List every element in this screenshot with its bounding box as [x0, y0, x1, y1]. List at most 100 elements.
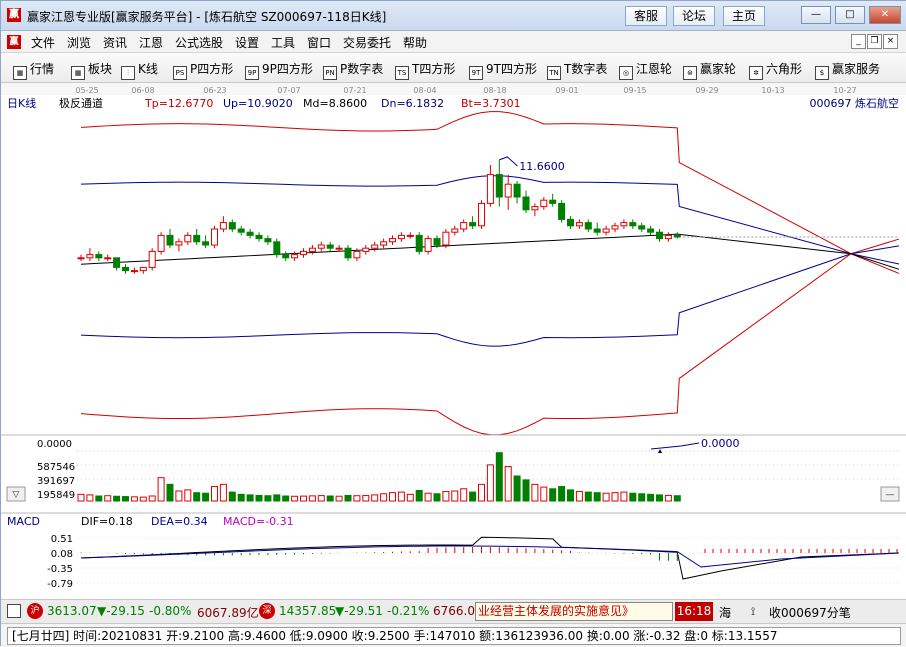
candle-body: [558, 202, 566, 220]
volume-bar: [647, 493, 655, 502]
candle-body: [362, 247, 370, 252]
menu-news[interactable]: 资讯: [103, 34, 127, 51]
menu-tools[interactable]: 工具: [271, 34, 295, 51]
dollar-icon: $: [815, 66, 829, 80]
volume-bar: [549, 488, 557, 502]
volume-bar: [620, 491, 628, 502]
volume-bar: [273, 494, 281, 502]
candle-body: [291, 254, 299, 259]
volume-annotation: 0.0000: [701, 437, 740, 450]
toolbar-tn-button[interactable]: TN T数字表: [547, 60, 607, 80]
kline-chart[interactable]: 05-25 06-08 06-23 07-07 07-21 08-04 08-18 09-01…: [1, 83, 906, 599]
toolbar-big-wheel-button[interactable]: ⊛ 赢家轮: [683, 60, 736, 80]
volume-bar: [611, 492, 619, 502]
volume-bar: [122, 496, 129, 502]
forum-button[interactable]: 论坛: [673, 6, 716, 26]
homepage-button[interactable]: 主页: [723, 6, 766, 26]
menu-file[interactable]: 文件: [31, 34, 55, 51]
mdi-minimize-button[interactable]: _: [851, 34, 866, 49]
candle-body: [113, 257, 121, 268]
mdi-restore-button[interactable]: ❐: [867, 34, 882, 49]
volume-bar: [335, 495, 343, 502]
9p-icon: 9P: [245, 66, 259, 80]
middle-channel-line: [80, 233, 900, 270]
candle-body: [495, 174, 503, 198]
news-ticker[interactable]: 业经营主体发展的实施意见》: [475, 602, 673, 621]
volume-axis-label: 0.0000: [37, 439, 72, 450]
volume-bar: [104, 495, 112, 502]
menu-gann[interactable]: 江恩: [139, 34, 163, 51]
maximize-window-button[interactable]: □: [835, 6, 865, 24]
candle-body: [460, 222, 468, 230]
sh-index-value: 3613.07: [47, 604, 97, 618]
volume-bar: [353, 495, 361, 502]
calculator-icon[interactable]: [7, 604, 21, 618]
candle-body: [219, 222, 227, 230]
menu-trading[interactable]: 交易委托: [343, 34, 391, 51]
toolbar-hexagon-button[interactable]: ✲ 六角形: [749, 60, 802, 80]
big-wheel-icon: ⊛: [683, 66, 697, 80]
volume-bar: [389, 492, 396, 502]
candle-body: [584, 222, 592, 230]
candle-body: [664, 234, 672, 240]
date-tick-label: 10-27: [833, 86, 856, 95]
pn-icon: PN: [323, 66, 337, 80]
candle-body: [647, 228, 655, 233]
region-label: 海: [719, 606, 732, 620]
macd-axis-label: 0.51: [51, 534, 73, 545]
menu-help[interactable]: 帮助: [403, 34, 427, 51]
mdi-close-button[interactable]: ×: [883, 34, 898, 49]
toolbar-ts-button[interactable]: TS T四方形: [395, 60, 455, 80]
candle-body: [380, 241, 388, 246]
toolbar-candlestick-button[interactable]: ⫶ K线: [121, 60, 158, 80]
shanghai-index-icon[interactable]: 沪: [27, 603, 43, 619]
volume-bar: [228, 491, 236, 502]
minimize-window-button[interactable]: —: [801, 6, 831, 24]
candlestick-icon: ⫶: [121, 66, 135, 80]
candle-body: [371, 244, 379, 249]
candle-body: [344, 247, 352, 259]
9t-icon: 9T: [469, 66, 483, 80]
chart-area[interactable]: 05-25 06-08 06-23 07-07 07-21 08-04 08-18 09-01…: [1, 83, 906, 599]
scroll-down-icon: ▽: [13, 490, 20, 500]
macd-title: MACD: [7, 515, 40, 528]
menu-formula-screener[interactable]: 公式选股: [175, 34, 223, 51]
candle-body: [549, 199, 557, 204]
toolbar-blocks-button[interactable]: ▦ 板块: [71, 60, 112, 80]
sz-index-amount: 6766.05: [433, 604, 475, 618]
toolbar-pn-button[interactable]: PN P数字表: [323, 60, 383, 80]
volume-bar: [415, 489, 423, 502]
candle-body: [95, 254, 103, 259]
volume-bar: [371, 494, 379, 502]
volume-bar: [344, 494, 352, 502]
toolbar-label: T数字表: [564, 62, 608, 76]
toolbar-9t-button[interactable]: 9T 9T四方形: [469, 60, 537, 80]
toolbar-label: T四方形: [412, 62, 456, 76]
menu-window[interactable]: 窗口: [307, 34, 331, 51]
menu-browse[interactable]: 浏览: [67, 34, 91, 51]
macd-axis-label: 0.08: [51, 549, 73, 560]
close-window-button[interactable]: ✕: [869, 6, 901, 24]
toolbar: ▦ 行情 ▦ 板块 ⫶ K线 PS P四方形 9P 9P四方形 PN P数字表 TS T四方形 9T 9T四方…: [1, 53, 906, 83]
volume-bar: [246, 494, 254, 502]
ts-icon: TS: [395, 66, 409, 80]
toolbar-dollar-button[interactable]: $ 赢家服务: [815, 60, 880, 80]
window-title: 赢家江恩专业版[赢家服务平台] - [炼石航空 SZ000697-118日K线]: [27, 10, 387, 24]
macd-dif-line: [80, 536, 900, 580]
candle-body: [593, 228, 601, 233]
toolbar-wheel-button[interactable]: ◎ 江恩轮: [619, 60, 672, 80]
menu-logo-icon: 赢: [7, 35, 21, 49]
shenzhen-index-icon[interactable]: 深: [259, 603, 275, 619]
volume-bar: [460, 488, 468, 502]
menu-settings[interactable]: 设置: [235, 34, 259, 51]
toolbar-9p-button[interactable]: 9P 9P四方形: [245, 60, 313, 80]
customer-service-button[interactable]: 客服: [625, 6, 668, 26]
toolbar-label: K线: [138, 62, 158, 76]
candle-body: [531, 206, 539, 211]
volume-bar: [486, 464, 494, 502]
tick-detail-link[interactable]: 收000697分笔: [769, 604, 851, 621]
volume-bar: [451, 490, 459, 502]
volume-bar: [139, 496, 147, 502]
toolbar-ps-button[interactable]: PS P四方形: [173, 60, 233, 80]
toolbar-grid-button[interactable]: ▦ 行情: [13, 60, 54, 80]
